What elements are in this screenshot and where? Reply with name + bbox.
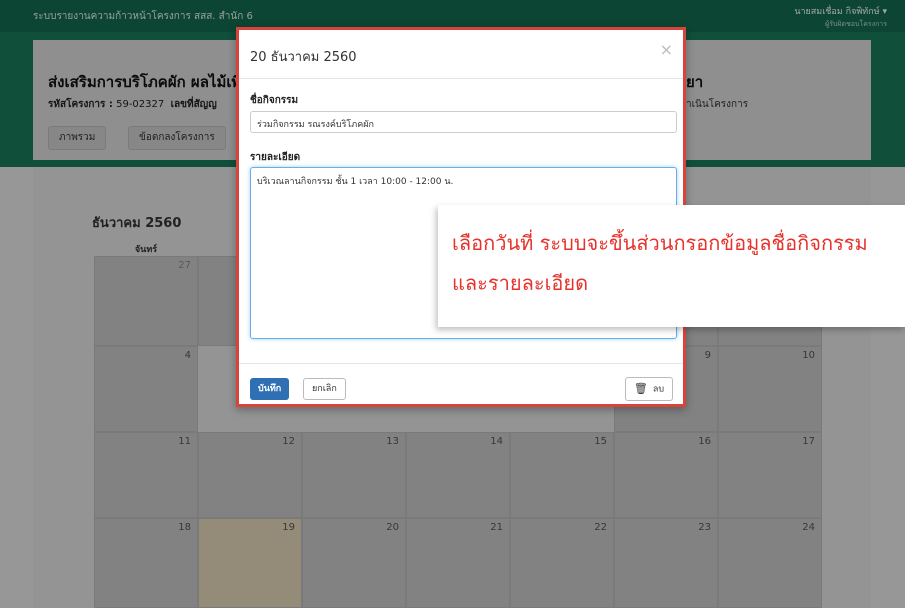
modal-header: 20 ธันวาคม 2560 × (239, 30, 683, 79)
activity-name-input[interactable]: ร่วมกิจกรรม รณรงค์บริโภคผัก (250, 111, 677, 133)
cancel-button[interactable]: ยกเลิก (303, 378, 346, 400)
activity-label: ชื่อกิจกรรม (250, 95, 299, 106)
modal-footer: บันทึก ยกเลิก 🗑 ลบ (239, 363, 683, 408)
detail-label: รายละเอียด (250, 152, 301, 163)
save-button[interactable]: บันทึก (250, 378, 290, 400)
close-icon[interactable]: × (660, 40, 673, 59)
annotation-callout: เลือกวันที่ ระบบจะขึ้นส่วนกรอกข้อมูลชื่อ… (438, 205, 905, 327)
modal-title: 20 ธันวาคม 2560 (250, 50, 357, 65)
delete-button[interactable]: 🗑 ลบ (625, 377, 673, 401)
delete-label: ลบ (652, 384, 665, 395)
annotation-text: เลือกวันที่ ระบบจะขึ้นส่วนกรอกข้อมูลชื่อ… (452, 231, 868, 295)
trash-icon: 🗑 (633, 382, 648, 395)
